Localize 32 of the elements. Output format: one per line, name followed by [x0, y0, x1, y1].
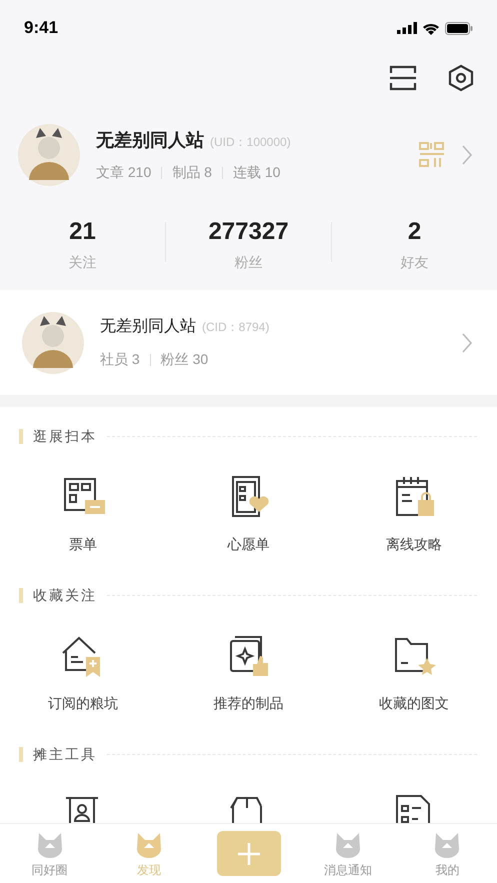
wifi-icon	[422, 22, 440, 34]
plus-icon	[236, 842, 261, 866]
count-value[interactable]: 2	[408, 214, 422, 250]
section-title: 收藏关注	[33, 586, 97, 604]
profile-stat: 文章 210	[96, 163, 152, 182]
signal-icon	[397, 22, 417, 34]
section-accent-bar	[19, 746, 23, 762]
feature-item[interactable]: 离线攻略	[331, 459, 497, 572]
profile-stat: 制品 8	[172, 163, 212, 182]
scan-icon[interactable]	[389, 65, 417, 91]
feature-item[interactable]: 票单	[0, 459, 166, 572]
count-value[interactable]: 277327	[208, 214, 289, 250]
status-time: 9:41	[24, 17, 58, 40]
count-value[interactable]: 21	[69, 214, 96, 250]
battery-icon	[445, 22, 473, 34]
feature-item[interactable]: 订阅的粮坑	[0, 618, 166, 731]
profile-stat: 连载 10	[232, 163, 280, 182]
club-stat: 社员 3	[100, 350, 140, 369]
feature-item[interactable]: 收藏的图文	[331, 618, 497, 731]
feature-item[interactable]: 心愿单	[166, 459, 332, 572]
club-name: 无差别同人站	[100, 316, 196, 337]
section-accent-bar	[19, 588, 23, 602]
club-cid: (CID：8794)	[202, 319, 270, 336]
profile-avatar[interactable]	[18, 124, 80, 186]
feature-item[interactable]: 推荐的制品	[166, 618, 332, 731]
section-accent-bar	[19, 428, 23, 444]
club-avatar[interactable]	[22, 312, 84, 374]
club-stat: 粉丝 30	[160, 350, 208, 369]
profile-name: 无差别同人站	[96, 129, 204, 152]
settings-icon[interactable]	[447, 64, 475, 92]
section-title: 摊主工具	[33, 744, 97, 764]
section-title: 逛展扫本	[33, 426, 97, 446]
